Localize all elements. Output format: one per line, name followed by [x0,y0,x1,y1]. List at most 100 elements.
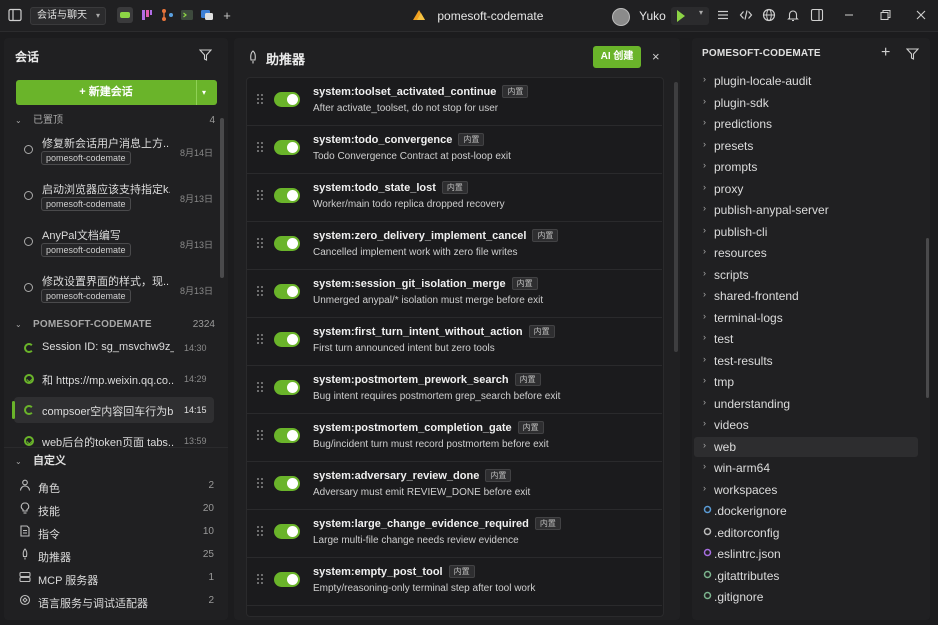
custom-item-mcp-servers[interactable]: MCP 服务器 1 [14,568,218,590]
folder-item[interactable]: › proxy [694,179,918,199]
run-button[interactable]: ▾ [671,7,709,25]
file-item[interactable]: .editorconfig [694,523,918,543]
folder-item[interactable]: › plugin-locale-audit [694,71,918,91]
booster-row[interactable]: system:large_change_evidence_required 内置 L… [247,510,662,558]
custom-item-instructions[interactable]: 指令 10 [14,522,218,544]
pinned-chat-item[interactable]: 修复新会话用户消息上方... pomesoft-codemate 8月14日 [14,130,214,174]
custom-item-language-servers[interactable]: 语言服务与调试适配器 2 [14,591,218,613]
booster-row[interactable]: system:empty_post_tool 内置 Empty/reasoning-… [247,558,662,606]
file-item[interactable]: .eslintrc.json [694,544,918,564]
new-chat-button[interactable]: + 新建会话 ▾ [16,80,217,105]
pinned-chat-item[interactable]: 修改设置界面的样式，现... pomesoft-codemate 8月13日 [14,268,214,312]
chevron-down-icon[interactable]: ▾ [699,8,703,17]
booster-row[interactable]: system:postmortem_prework_search 内置 Bug in… [247,366,662,414]
folder-item[interactable]: › videos [694,415,918,435]
scrollbar[interactable] [674,82,678,352]
booster-row[interactable]: system:todo_convergence 内置 Todo Convergenc… [247,126,662,174]
booster-toggle[interactable] [274,332,300,347]
custom-item-skills[interactable]: 技能 20 [14,499,218,521]
folder-item[interactable]: › workspaces [694,480,918,500]
drag-handle-icon[interactable] [257,190,263,200]
bell-icon[interactable] [785,8,801,24]
folder-item[interactable]: › win-arm64 [694,458,918,478]
restore-icon[interactable] [877,8,893,24]
booster-toggle[interactable] [274,476,300,491]
folder-item[interactable]: › understanding [694,394,918,414]
custom-item-roles[interactable]: 角色 2 [14,476,218,498]
minimize-icon[interactable] [841,8,857,24]
booster-toggle[interactable] [274,188,300,203]
drag-handle-icon[interactable] [257,478,263,488]
pinned-chat-item[interactable]: AnyPal文档编写 pomesoft-codemate 8月13日 [14,222,214,266]
booster-toggle[interactable] [274,140,300,155]
booster-toggle[interactable] [274,524,300,539]
drag-handle-icon[interactable] [257,238,263,248]
booster-row[interactable]: system:zero_delivery_implement_cancel 内置 C… [247,222,662,270]
folder-item[interactable]: › test [694,329,918,349]
folder-item[interactable]: › presets [694,136,918,156]
folder-item[interactable]: › web [694,437,918,457]
app-chat-icon[interactable] [117,7,133,23]
drag-handle-icon[interactable] [257,526,263,536]
booster-row[interactable]: system:toolset_activated_continue 内置 After… [247,78,662,126]
scrollbar[interactable] [926,238,929,398]
folder-item[interactable]: › terminal-logs [694,308,918,328]
filter-icon[interactable] [198,49,213,61]
booster-row[interactable]: system:adversary_review_done 内置 Adversary … [247,462,662,510]
folder-item[interactable]: › predictions [694,114,918,134]
file-item[interactable]: .gitignore [694,587,918,607]
folder-item[interactable]: › test-results [694,351,918,371]
scrollbar[interactable] [220,118,224,278]
add-tab-icon[interactable]: + [219,8,235,24]
globe-icon[interactable] [761,8,777,24]
booster-row[interactable]: system:session_git_isolation_merge 内置 Unme… [247,270,662,318]
drag-handle-icon[interactable] [257,574,263,584]
booster-toggle[interactable] [274,572,300,587]
folder-item[interactable]: › publish-anypal-server [694,200,918,220]
drag-handle-icon[interactable] [257,286,263,296]
folder-item[interactable]: › plugin-sdk [694,93,918,113]
drag-handle-icon[interactable] [257,94,263,104]
close-icon[interactable] [913,8,929,24]
code-icon[interactable] [738,8,754,24]
ai-create-button[interactable]: AI 创建 [593,46,641,68]
drag-handle-icon[interactable] [257,382,263,392]
app-layers-icon[interactable] [200,8,214,22]
booster-toggle[interactable] [274,428,300,443]
folder-item[interactable]: › shared-frontend [694,286,918,306]
folder-item[interactable]: › scripts [694,265,918,285]
drag-handle-icon[interactable] [257,430,263,440]
session-item[interactable]: 和 https://mp.weixin.qq.co... 14:29 [14,366,214,392]
folder-item[interactable]: › resources [694,243,918,263]
custom-section-header[interactable]: ⌄ 自定义 [15,454,215,468]
booster-row[interactable]: system:postmortem_completion_gate 内置 Bug/i… [247,414,662,462]
folder-item[interactable]: › prompts [694,157,918,177]
menu-icon[interactable] [715,8,731,24]
booster-row[interactable]: system:first_turn_intent_without_action 内… [247,318,662,366]
session-item[interactable]: Session ID: sg_msvchw9z_... 14:30 [14,335,214,361]
app-terminal-icon[interactable] [180,8,194,22]
app-branch-icon[interactable] [160,8,174,22]
split-pane-icon[interactable] [809,8,825,24]
booster-row[interactable]: system:todo_state_lost 内置 Worker/main todo… [247,174,662,222]
project-section-header[interactable]: ⌄ POMESOFT-CODEMATE 2324 [15,318,215,332]
app-kanban-icon[interactable] [140,8,154,22]
user-account[interactable]: Yuko [612,6,666,26]
file-item[interactable]: .dockerignore [694,501,918,521]
custom-item-boosters[interactable]: 助推器 25 [14,545,218,567]
folder-item[interactable]: › tmp [694,372,918,392]
workspace-select[interactable]: 会话与聊天 ▾ [30,7,106,25]
booster-toggle[interactable] [274,236,300,251]
pinned-chat-item[interactable]: 启动浏览器应该支持指定k... pomesoft-codemate 8月13日 [14,176,214,220]
filter-icon[interactable] [905,48,920,60]
close-panel-icon[interactable]: × [652,49,660,64]
chevron-down-icon[interactable]: ▾ [202,80,206,105]
session-item-active[interactable]: compsoer空内容回车行为b... 14:15 [12,397,214,423]
add-icon[interactable]: + [881,44,890,62]
booster-toggle[interactable] [274,284,300,299]
drag-handle-icon[interactable] [257,334,263,344]
booster-toggle[interactable] [274,380,300,395]
drag-handle-icon[interactable] [257,142,263,152]
booster-toggle[interactable] [274,92,300,107]
sidebar-toggle-icon[interactable] [7,8,23,24]
